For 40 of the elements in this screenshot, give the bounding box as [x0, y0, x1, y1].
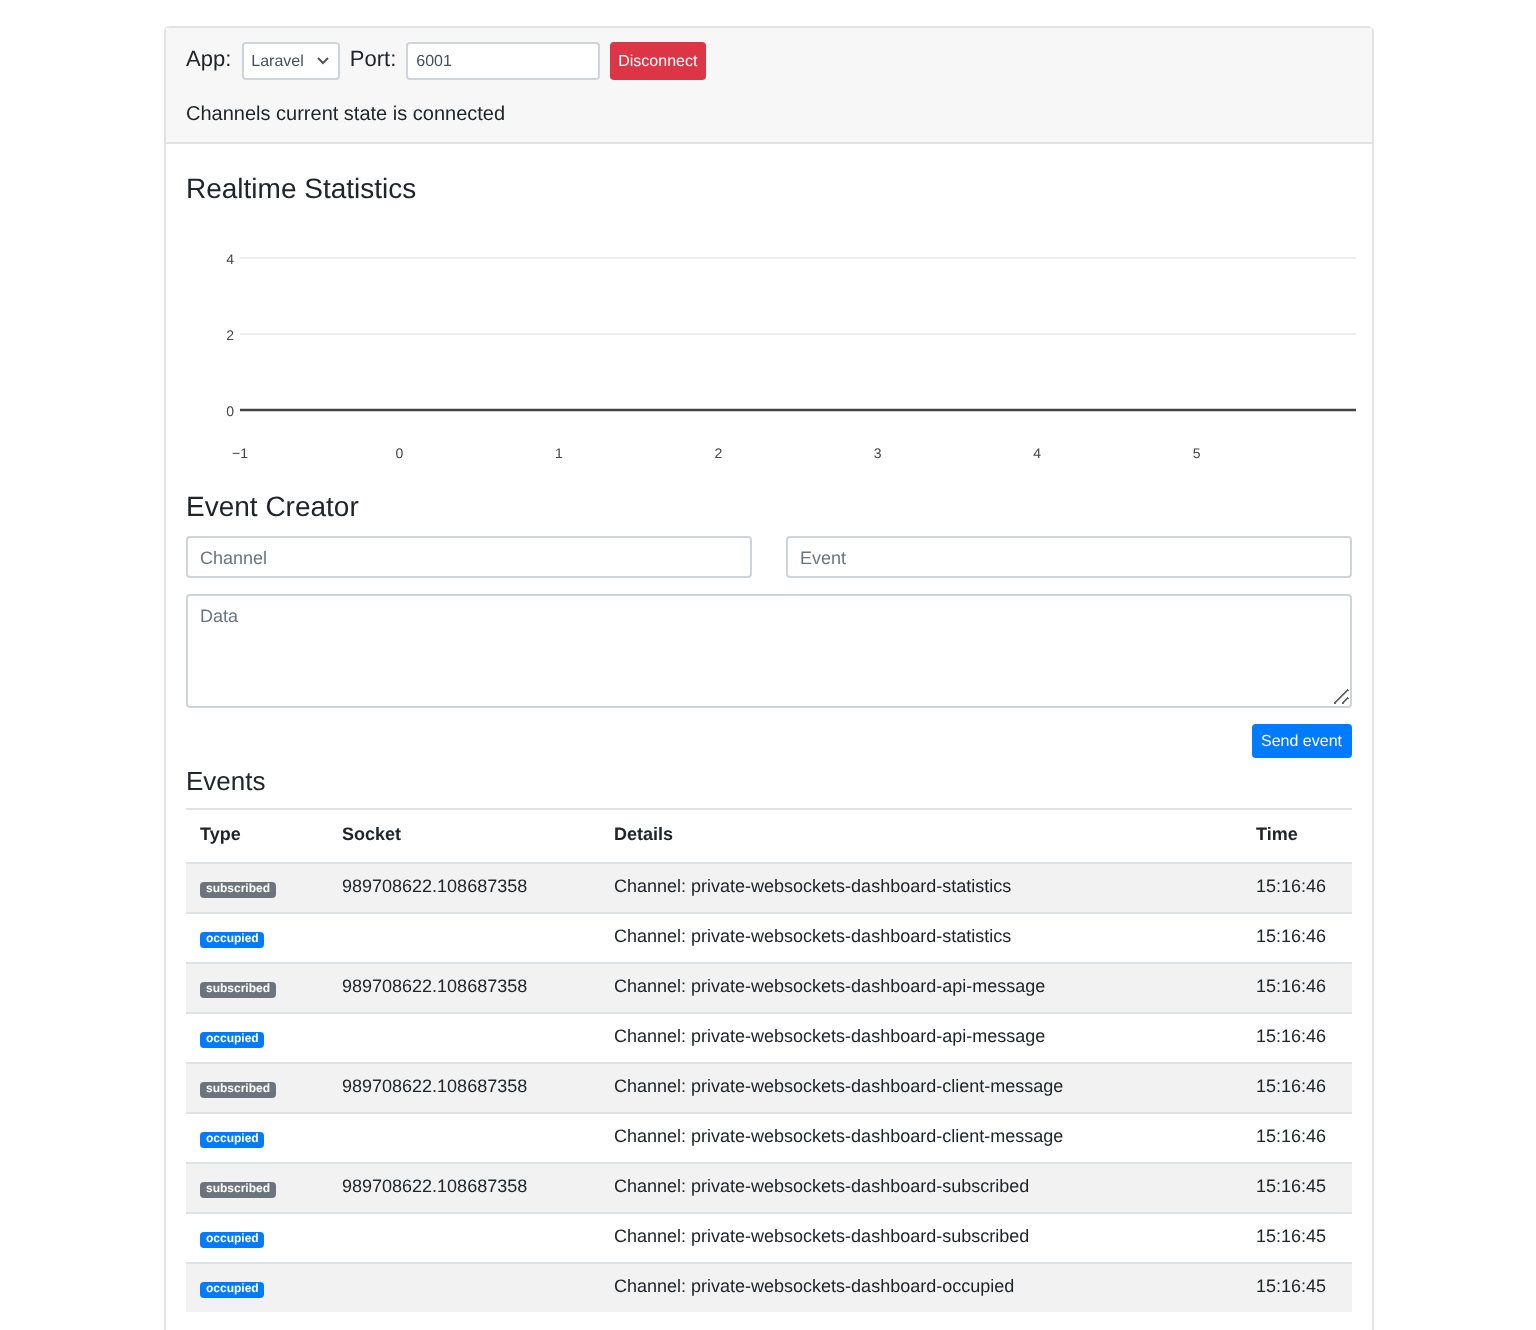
details-cell-text: Channel: private-websockets-dashboard-api-message	[612, 973, 1048, 1000]
data-textarea[interactable]: Data	[186, 594, 1352, 708]
column-header: Time	[1254, 821, 1300, 848]
details-cell-text: Channel: private-websockets-dashboard-occupied	[612, 1273, 1017, 1300]
details-cell-text: Channel: private-websockets-dashboard-client-message	[612, 1123, 1066, 1150]
time-cell-text: 15:16:46	[1254, 923, 1329, 950]
column-header: Details	[612, 821, 676, 848]
channel-input[interactable]: Channel	[186, 536, 752, 578]
send-event-button[interactable]: Send event	[1251, 724, 1352, 758]
socket-cell-text: 989708622.108687358	[340, 873, 530, 900]
disconnect-button[interactable]: Disconnect	[610, 42, 706, 80]
chevron-down-icon	[315, 56, 330, 66]
app-select[interactable]: Laravel	[241, 42, 340, 80]
details-cell-text: Channel: private-websockets-dashboard-statistics	[612, 873, 1014, 900]
details-cell-text: Channel: private-websockets-dashboard-subscribed	[612, 1223, 1032, 1250]
column-header: Socket	[340, 821, 404, 848]
time-cell-text: 15:16:46	[1254, 973, 1329, 1000]
app-label: App:	[186, 46, 232, 77]
time-cell-text: 15:16:46	[1254, 1123, 1329, 1150]
section-title: Event Creator	[186, 488, 361, 526]
section-title: Events	[186, 762, 1352, 809]
event-input[interactable]: Event	[786, 536, 1352, 578]
time-cell-text: 15:16:45	[1254, 1173, 1329, 1200]
time-cell-text: 15:16:45	[1254, 1223, 1329, 1250]
time-cell-text: 15:16:46	[1254, 873, 1329, 900]
time-cell-text: 15:16:46	[1254, 1023, 1329, 1050]
time-cell-text: 15:16:45	[1254, 1273, 1329, 1300]
socket-cell-text: 989708622.108687358	[340, 1073, 530, 1100]
socket-cell-text: 989708622.108687358	[340, 1173, 530, 1200]
details-cell-text: Channel: private-websockets-dashboard-subscribed	[612, 1173, 1032, 1200]
time-cell-text: 15:16:46	[1254, 1073, 1329, 1100]
socket-cell-text: 989708622.108687358	[340, 973, 530, 1000]
column-header: Type	[198, 821, 243, 848]
connection-state-text: Channels current state is connected	[186, 102, 508, 130]
section-title: Realtime Statistics	[186, 170, 419, 208]
details-cell-text: Channel: private-websockets-dashboard-statistics	[612, 923, 1014, 950]
details-cell-text: Channel: private-websockets-dashboard-api-message	[612, 1023, 1048, 1050]
port-input[interactable]: 6001	[406, 42, 601, 80]
port-label: Port:	[349, 46, 397, 77]
details-cell-text: Channel: private-websockets-dashboard-client-message	[612, 1073, 1066, 1100]
